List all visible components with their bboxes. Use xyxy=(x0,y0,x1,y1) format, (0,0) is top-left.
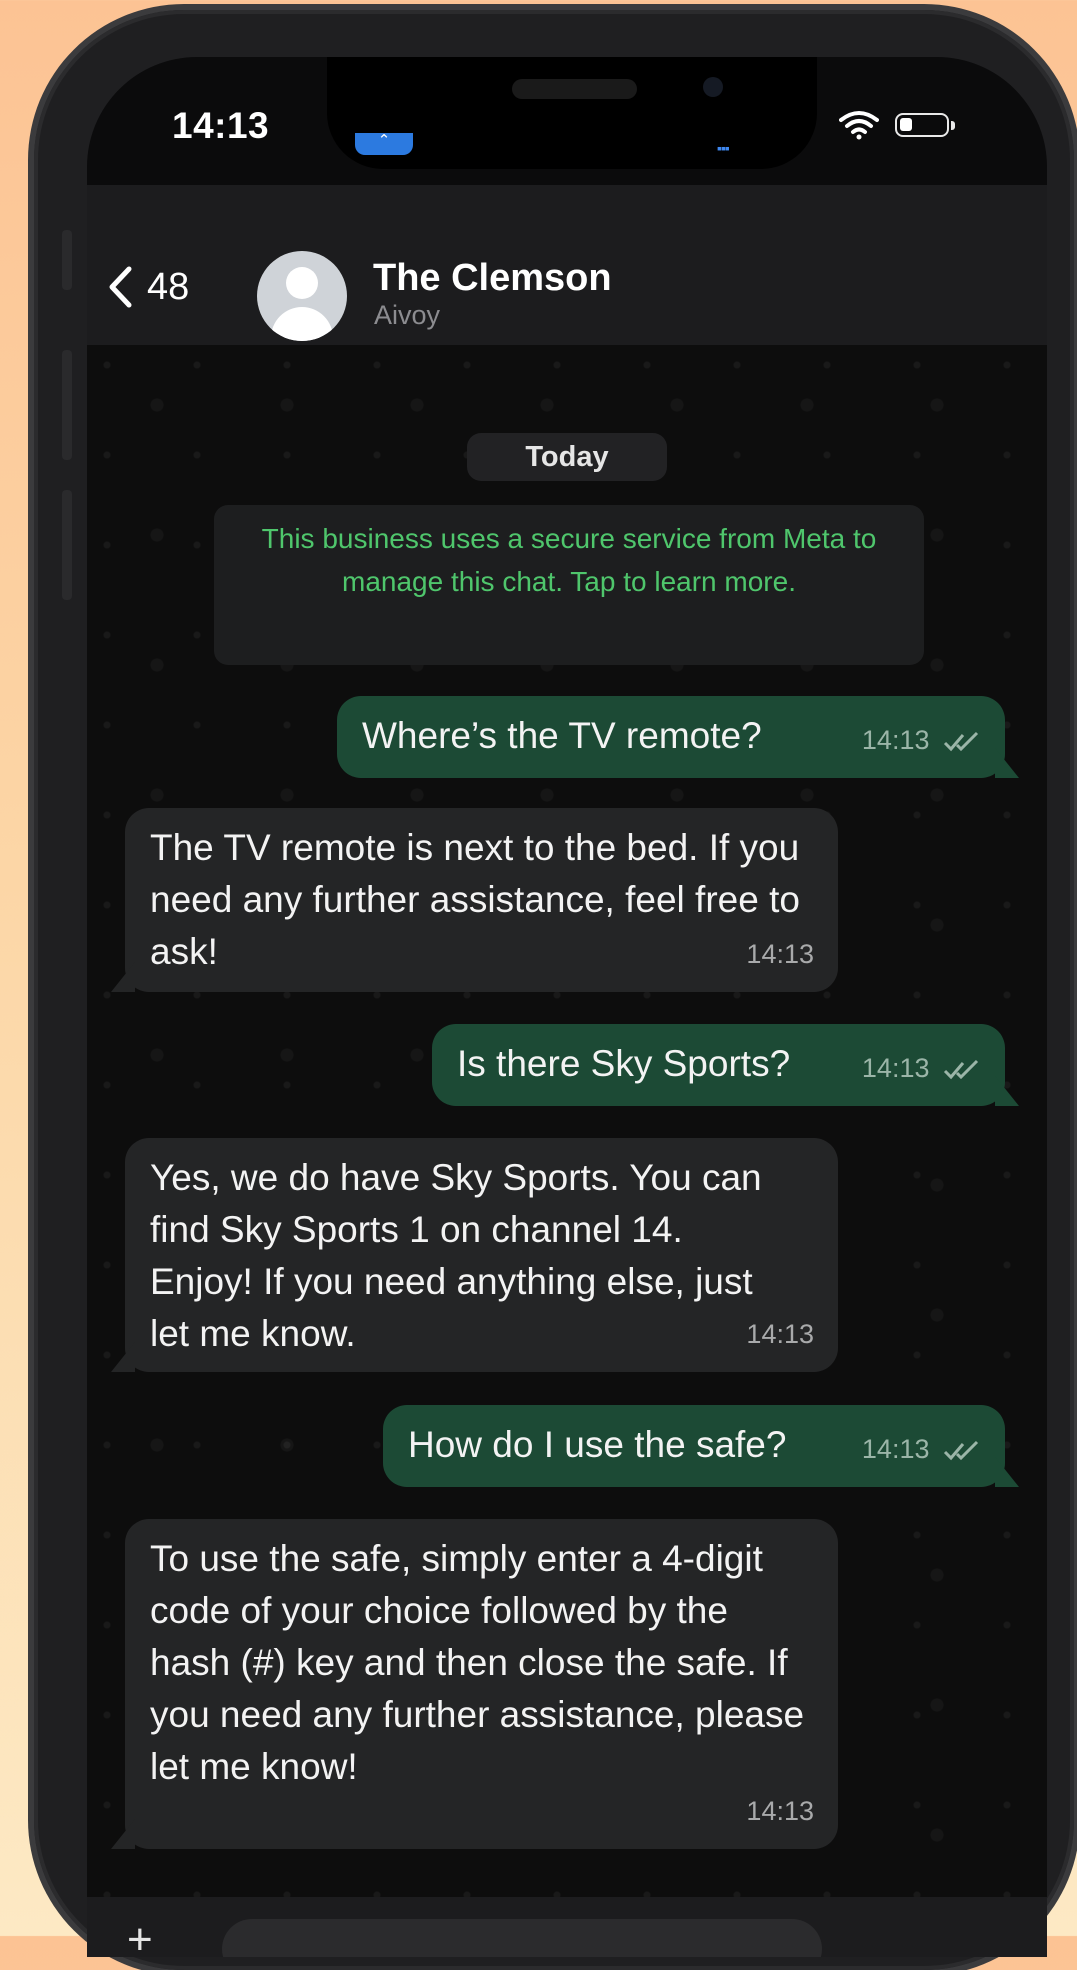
avatar[interactable] xyxy=(257,251,347,341)
call-indicator-icon: ⌃ xyxy=(355,133,413,155)
message-meta: 14:13 xyxy=(862,1042,981,1094)
avatar-person-icon xyxy=(286,267,318,299)
signal-icon: ▪▪▪ xyxy=(717,140,730,156)
message-bubble-incoming[interactable]: The TV remote is next to the bed. If you… xyxy=(111,808,838,992)
message-bubble-incoming[interactable]: To use the safe, simply enter a 4-digit … xyxy=(111,1519,838,1849)
message-time: 14:13 xyxy=(861,725,930,755)
message-time: 14:13 xyxy=(861,1434,930,1464)
double-check-icon xyxy=(943,1059,979,1080)
earpiece-speaker xyxy=(512,79,637,99)
volume-down-button xyxy=(62,490,72,600)
unread-count: 48 xyxy=(147,265,190,308)
volume-up-button xyxy=(62,350,72,460)
status-time: 14:13 xyxy=(172,105,270,146)
attach-plus-icon[interactable]: + xyxy=(127,1915,153,1957)
chat-header: 48 The Clemson Aivoy xyxy=(87,185,1047,345)
double-check-icon xyxy=(943,731,979,752)
message-text: Is there Sky Sports? xyxy=(457,1043,791,1084)
message-bubble-incoming[interactable]: Yes, we do have Sky Sports. You can find… xyxy=(111,1138,838,1372)
message-time: 14:13 xyxy=(746,1796,814,1826)
wifi-icon xyxy=(839,111,879,140)
message-meta: 14:13 xyxy=(862,714,981,766)
message-text: Yes, we do have Sky Sports. You can find… xyxy=(150,1157,762,1354)
message-text: Where’s the TV remote? xyxy=(362,715,762,756)
battery-icon xyxy=(895,113,955,137)
mute-switch xyxy=(62,230,72,290)
message-meta: 14:13 xyxy=(862,1423,981,1475)
business-notice[interactable]: This business uses a secure service from… xyxy=(214,505,924,665)
message-bubble-outgoing[interactable]: How do I use the safe? 14:13 xyxy=(383,1405,1019,1487)
front-camera xyxy=(703,77,723,97)
message-time: 14:13 xyxy=(746,939,814,969)
message-text: The TV remote is next to the bed. If you… xyxy=(150,827,800,972)
chat-title[interactable]: The Clemson xyxy=(373,257,612,300)
message-input[interactable] xyxy=(222,1919,822,1957)
message-bubble-outgoing[interactable]: Where’s the TV remote? 14:13 xyxy=(337,696,1019,778)
composer-bar: + xyxy=(87,1897,1047,1957)
message-text: To use the safe, simply enter a 4-digit … xyxy=(150,1538,805,1787)
message-list[interactable]: Today This business uses a secure servic… xyxy=(87,345,1047,1957)
message-time: 14:13 xyxy=(746,1319,814,1349)
double-check-icon xyxy=(943,1440,979,1461)
message-bubble-outgoing[interactable]: Is there Sky Sports? 14:13 xyxy=(432,1024,1019,1106)
phone-screen: 14:13 ⌃ ▪▪▪ 48 The Clemson Aivoy Today T… xyxy=(87,57,1047,1957)
message-text: How do I use the safe? xyxy=(408,1424,787,1465)
date-separator: Today xyxy=(467,433,667,481)
chevron-left-icon xyxy=(109,266,132,308)
message-time: 14:13 xyxy=(861,1053,930,1083)
back-button[interactable]: 48 xyxy=(107,265,189,309)
chat-subtitle: Aivoy xyxy=(374,300,441,330)
